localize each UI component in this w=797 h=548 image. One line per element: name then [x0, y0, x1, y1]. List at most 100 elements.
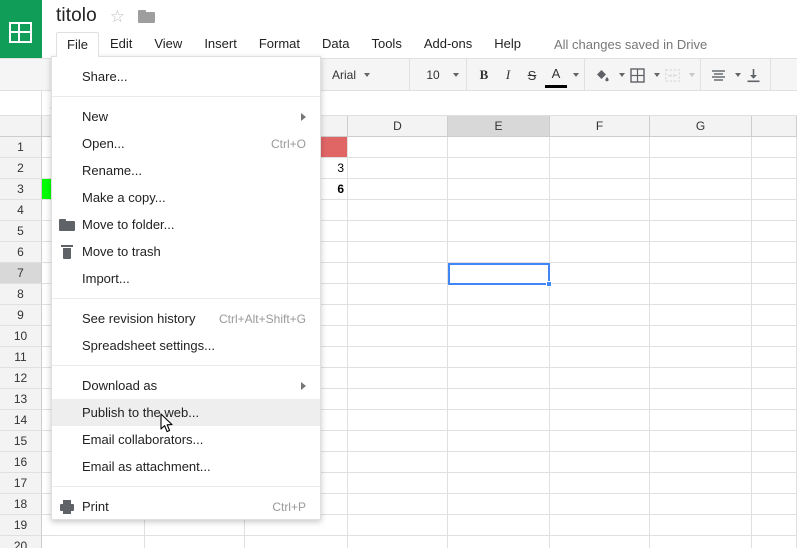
menu-item-share[interactable]: Share...: [52, 63, 320, 90]
cell-F10[interactable]: [550, 326, 650, 347]
cell-E7[interactable]: [448, 263, 550, 284]
cell-E4[interactable]: [448, 200, 550, 221]
menu-item-rename[interactable]: Rename...: [52, 157, 320, 184]
cell-D8[interactable]: [348, 284, 448, 305]
chevron-down-icon[interactable]: [573, 73, 579, 77]
row-header-16[interactable]: 16: [0, 452, 42, 473]
cell-F7[interactable]: [550, 263, 650, 284]
cell-E13[interactable]: [448, 389, 550, 410]
cell-F19[interactable]: [550, 515, 650, 536]
cell-F18[interactable]: [550, 494, 650, 515]
menu-view[interactable]: View: [143, 32, 193, 56]
row-header-5[interactable]: 5: [0, 221, 42, 242]
row-header-12[interactable]: 12: [0, 368, 42, 389]
cell-F14[interactable]: [550, 410, 650, 431]
row-header-11[interactable]: 11: [0, 347, 42, 368]
cell-D2[interactable]: [348, 158, 448, 179]
cell-D16[interactable]: [348, 452, 448, 473]
menu-item-see-revision-history[interactable]: See revision history Ctrl+Alt+Shift+G: [52, 305, 320, 332]
cell-D3[interactable]: [348, 179, 448, 200]
column-header-d[interactable]: D: [348, 116, 448, 137]
cell-G10[interactable]: [650, 326, 752, 347]
column-header-h[interactable]: [752, 116, 797, 137]
cell-D18[interactable]: [348, 494, 448, 515]
menu-item-new[interactable]: New: [52, 103, 320, 130]
bold-button[interactable]: B: [472, 63, 496, 87]
cell-F20[interactable]: [550, 536, 650, 548]
menu-item-spreadsheet-settings[interactable]: Spreadsheet settings...: [52, 332, 320, 359]
cell-E16[interactable]: [448, 452, 550, 473]
cell-E20[interactable]: [448, 536, 550, 548]
menu-tools[interactable]: Tools: [360, 32, 412, 56]
cell-G2[interactable]: [650, 158, 752, 179]
cell-D1[interactable]: [348, 137, 448, 158]
cell-E8[interactable]: [448, 284, 550, 305]
cell-F17[interactable]: [550, 473, 650, 494]
row-header-20[interactable]: 20: [0, 536, 42, 548]
cell-D15[interactable]: [348, 431, 448, 452]
menu-item-move-to-folder[interactable]: Move to folder...: [52, 211, 320, 238]
cell-F6[interactable]: [550, 242, 650, 263]
cell-G13[interactable]: [650, 389, 752, 410]
cell-G8[interactable]: [650, 284, 752, 305]
cell-F1[interactable]: [550, 137, 650, 158]
cell-E17[interactable]: [448, 473, 550, 494]
cell-E19[interactable]: [448, 515, 550, 536]
cell-A20[interactable]: [42, 536, 145, 548]
menu-item-make-a-copy[interactable]: Make a copy...: [52, 184, 320, 211]
cell-H7[interactable]: [752, 263, 797, 284]
cell-H15[interactable]: [752, 431, 797, 452]
menu-item-print[interactable]: Print Ctrl+P: [52, 493, 320, 520]
cell-D10[interactable]: [348, 326, 448, 347]
row-header-14[interactable]: 14: [0, 410, 42, 431]
cell-H12[interactable]: [752, 368, 797, 389]
cell-D14[interactable]: [348, 410, 448, 431]
menu-item-download-as[interactable]: Download as: [52, 372, 320, 399]
horizontal-align-button[interactable]: [706, 63, 730, 87]
row-header-6[interactable]: 6: [0, 242, 42, 263]
cell-E15[interactable]: [448, 431, 550, 452]
menu-item-import[interactable]: Import...: [52, 265, 320, 292]
cell-H13[interactable]: [752, 389, 797, 410]
cell-F12[interactable]: [550, 368, 650, 389]
row-header-19[interactable]: 19: [0, 515, 42, 536]
cell-H18[interactable]: [752, 494, 797, 515]
cell-D20[interactable]: [348, 536, 448, 548]
cell-H19[interactable]: [752, 515, 797, 536]
cell-E6[interactable]: [448, 242, 550, 263]
menu-item-email-collaborators[interactable]: Email collaborators...: [52, 426, 320, 453]
cell-H3[interactable]: [752, 179, 797, 200]
cell-G11[interactable]: [650, 347, 752, 368]
cell-D4[interactable]: [348, 200, 448, 221]
cell-D19[interactable]: [348, 515, 448, 536]
cell-F11[interactable]: [550, 347, 650, 368]
page-title[interactable]: titolo: [56, 5, 97, 27]
cell-H2[interactable]: [752, 158, 797, 179]
cell-H8[interactable]: [752, 284, 797, 305]
cell-E10[interactable]: [448, 326, 550, 347]
menu-item-publish-to-the-web[interactable]: Publish to the web...: [52, 399, 320, 426]
cell-C20[interactable]: [245, 536, 348, 548]
cell-B20[interactable]: [145, 536, 245, 548]
cell-G5[interactable]: [650, 221, 752, 242]
menu-edit[interactable]: Edit: [99, 32, 143, 56]
folder-icon[interactable]: [137, 9, 155, 23]
cell-D5[interactable]: [348, 221, 448, 242]
cell-F13[interactable]: [550, 389, 650, 410]
cell-D7[interactable]: [348, 263, 448, 284]
row-header-17[interactable]: 17: [0, 473, 42, 494]
cell-E11[interactable]: [448, 347, 550, 368]
cell-G18[interactable]: [650, 494, 752, 515]
row-header-2[interactable]: 2: [0, 158, 42, 179]
italic-button[interactable]: I: [496, 63, 520, 87]
cell-F4[interactable]: [550, 200, 650, 221]
cell-D12[interactable]: [348, 368, 448, 389]
strikethrough-button[interactable]: S: [520, 63, 544, 87]
row-header-13[interactable]: 13: [0, 389, 42, 410]
cell-G15[interactable]: [650, 431, 752, 452]
cell-H4[interactable]: [752, 200, 797, 221]
row-header-8[interactable]: 8: [0, 284, 42, 305]
menu-format[interactable]: Format: [248, 32, 311, 56]
cell-H17[interactable]: [752, 473, 797, 494]
row-header-10[interactable]: 10: [0, 326, 42, 347]
